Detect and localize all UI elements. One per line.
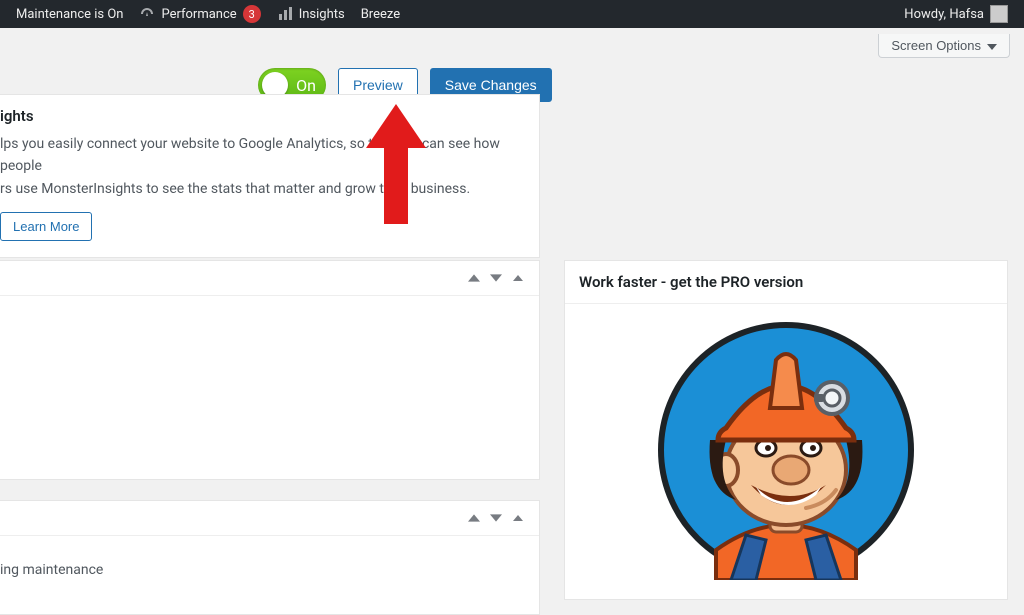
learn-more-button[interactable]: Learn More bbox=[0, 212, 92, 241]
collapse-panel-1 bbox=[0, 260, 540, 480]
admin-bar-left: Maintenance is On Performance 3 Insights… bbox=[8, 0, 408, 28]
adminbar-insights[interactable]: Insights bbox=[269, 0, 353, 28]
avatar-icon bbox=[990, 5, 1008, 23]
bar-chart-icon bbox=[277, 6, 293, 22]
adminbar-performance[interactable]: Performance 3 bbox=[131, 0, 268, 28]
collapse-panel-2-controls bbox=[0, 501, 539, 536]
chevron-up-icon[interactable] bbox=[467, 511, 481, 525]
caret-down-icon bbox=[987, 38, 997, 53]
screen-options-label: Screen Options bbox=[891, 38, 981, 53]
toggle-label: On bbox=[296, 76, 316, 95]
collapse-panel-1-controls bbox=[0, 261, 539, 296]
screen-options-wrap: Screen Options bbox=[878, 34, 1010, 58]
pro-panel: Work faster - get the PRO version bbox=[564, 260, 1008, 600]
caret-up-icon[interactable] bbox=[511, 271, 525, 285]
adminbar-breeze-label: Breeze bbox=[361, 7, 400, 22]
adminbar-breeze[interactable]: Breeze bbox=[353, 0, 408, 28]
insights-desc-line1: lps you easily connect your website to G… bbox=[0, 136, 500, 174]
insights-desc-line2: rs use MonsterInsights to see the stats … bbox=[0, 181, 470, 197]
mascot-icon bbox=[656, 320, 916, 580]
adminbar-maintenance[interactable]: Maintenance is On bbox=[8, 0, 131, 28]
adminbar-howdy-text: Howdy, Hafsa bbox=[904, 7, 984, 22]
pro-panel-title: Work faster - get the PRO version bbox=[565, 261, 1007, 304]
collapse-panel-2: ing maintenance bbox=[0, 500, 540, 615]
adminbar-insights-label: Insights bbox=[299, 7, 345, 22]
performance-badge: 3 bbox=[243, 5, 261, 23]
gauge-icon bbox=[139, 6, 155, 22]
insights-description: lps you easily connect your website to G… bbox=[0, 133, 525, 200]
collapse-2-body-text: ing maintenance bbox=[0, 536, 539, 578]
screen-options-button[interactable]: Screen Options bbox=[878, 34, 1010, 58]
insights-panel: ights lps you easily connect your websit… bbox=[0, 94, 540, 258]
chevron-down-icon[interactable] bbox=[489, 271, 503, 285]
adminbar-maintenance-label: Maintenance is On bbox=[16, 7, 123, 22]
admin-bar: Maintenance is On Performance 3 Insights… bbox=[0, 0, 1024, 28]
admin-bar-right: Howdy, Hafsa bbox=[896, 0, 1016, 28]
caret-up-icon[interactable] bbox=[511, 511, 525, 525]
insights-title: ights bbox=[0, 107, 525, 125]
pro-panel-body bbox=[565, 304, 1007, 596]
adminbar-account[interactable]: Howdy, Hafsa bbox=[896, 0, 1016, 28]
chevron-down-icon[interactable] bbox=[489, 511, 503, 525]
adminbar-performance-label: Performance bbox=[161, 7, 236, 22]
chevron-up-icon[interactable] bbox=[467, 271, 481, 285]
